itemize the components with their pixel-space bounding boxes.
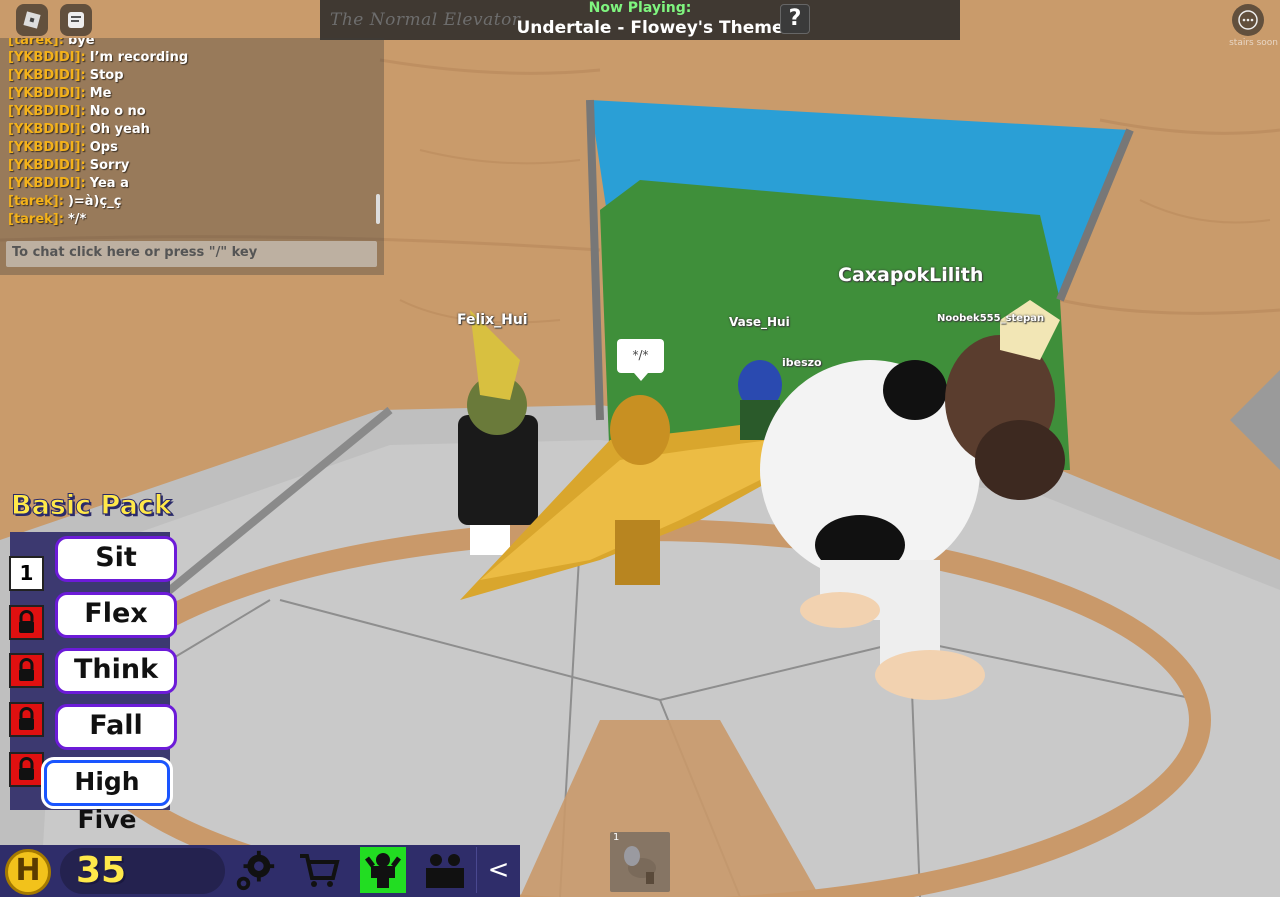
now-playing-label: Now Playing:: [588, 0, 692, 16]
chat-message: [YKBDIDI]: Sorry: [8, 158, 129, 173]
chat-text: bye: [67, 38, 95, 48]
elevator-logo: The Normal Elevator: [330, 10, 521, 30]
coin-count: 35: [76, 850, 127, 891]
chat-message: [tarek]:)=à)ç_ç: [8, 194, 121, 209]
chat-text: Oh yeah: [89, 122, 150, 137]
speech-bubble: */*: [617, 339, 664, 381]
chat-text: Ops: [89, 140, 118, 155]
stairs-hint: stairs soon: [1229, 38, 1278, 48]
cart-icon: [300, 854, 340, 887]
chat-message: [YKBDIDI]: Stop: [8, 68, 124, 83]
chat-username[interactable]: [YKBDIDI]:: [8, 158, 86, 173]
chat-text: I’m recording: [89, 50, 189, 65]
chat-window: [tarek]: bye [YKBDIDI]: I’m recording [YKB…: [0, 38, 384, 275]
player-nametag-caxapok: CaxapokLilith: [838, 264, 984, 286]
chat-message: [YKBDIDI]: Oh yeah: [8, 122, 150, 137]
emote-slot-locked: [9, 605, 44, 640]
more-options-button[interactable]: [1232, 4, 1264, 36]
hotbar-slot[interactable]: 1: [610, 832, 670, 892]
player-nametag-vase: Vase_Hui: [729, 315, 790, 329]
now-playing-track: Undertale - Flowey's Theme: [516, 18, 784, 38]
emote-button-think[interactable]: Think: [55, 648, 177, 694]
chat-text: Yea a: [89, 176, 129, 191]
chat-message: [YKBDIDI]: No o no: [8, 104, 146, 119]
chat-message: [YKBDIDI]: Ops: [8, 140, 118, 155]
emote-button-flex[interactable]: Flex: [55, 592, 177, 638]
chat-username[interactable]: [YKBDIDI]:: [8, 86, 86, 101]
hotbar-slot-number: 1: [613, 832, 620, 843]
chat-icon: [68, 12, 84, 28]
players-button[interactable]: [422, 847, 468, 893]
chat-message: [YKBDIDI]: Me: [8, 86, 112, 101]
emote-pack-panel: 1 Sit Flex Think Fall High Five: [9, 532, 177, 834]
chat-log[interactable]: [tarek]: bye [YKBDIDI]: I’m recording [YKB…: [0, 38, 380, 230]
chat-username[interactable]: [YKBDIDI]:: [8, 176, 86, 191]
lock-icon: [19, 658, 34, 681]
chat-text: Stop: [89, 68, 124, 83]
coin-icon: H: [5, 849, 51, 895]
chat-username[interactable]: [tarek]:: [8, 212, 64, 227]
chat-input[interactable]: To chat click here or press "/" key: [6, 241, 377, 267]
player-nametag-noobek: Noobek555_stepan: [937, 313, 1045, 324]
chat-text: No o no: [89, 104, 146, 119]
emote-button-fall[interactable]: Fall: [55, 704, 177, 750]
chat-username[interactable]: [YKBDIDI]:: [8, 140, 86, 155]
lock-icon: [19, 610, 34, 633]
settings-button[interactable]: [232, 847, 278, 893]
chat-text: Me: [89, 86, 112, 101]
help-button[interactable]: ?: [780, 4, 810, 34]
chat-scrollbar[interactable]: [376, 194, 380, 224]
chat-username[interactable]: [YKBDIDI]:: [8, 104, 86, 119]
chat-username[interactable]: [YKBDIDI]:: [8, 122, 86, 137]
lock-icon: [19, 707, 34, 730]
emote-slot-locked: [9, 702, 44, 737]
emote-button-high-five[interactable]: High Five: [41, 757, 173, 834]
emotes-button[interactable]: [360, 847, 406, 893]
emote-pack-title: Basic Pack: [11, 490, 173, 522]
player-nametag-ibeszo: ibeszo: [782, 356, 822, 369]
emote-button-sit[interactable]: Sit: [55, 536, 177, 582]
collapse-toolbar-button[interactable]: <: [476, 847, 520, 893]
people-icon: [426, 854, 464, 888]
player-nametag-felix: Felix_Hui: [457, 312, 528, 328]
chat-username[interactable]: [YKBDIDI]:: [8, 50, 86, 65]
bottom-toolbar: H 35 <: [0, 845, 520, 897]
now-playing-bar: The Normal Elevator Now Playing: Underta…: [320, 0, 960, 40]
emote-slot-locked: [9, 752, 44, 787]
chat-username[interactable]: [tarek]:: [8, 194, 64, 209]
more-dots-icon: [1238, 10, 1258, 30]
chat-text: )=à)ç_ç: [67, 194, 122, 209]
roblox-menu-button[interactable]: [16, 4, 48, 36]
chat-message: [YKBDIDI]: I’m recording: [8, 50, 188, 65]
gears-icon: [236, 850, 275, 891]
shop-button[interactable]: [296, 847, 342, 893]
roblox-logo-icon: [23, 11, 41, 29]
chat-message: [tarek]: */*: [8, 212, 86, 227]
emote-slot-number: 1: [9, 556, 44, 591]
chat-message: [YKBDIDI]: Yea a: [8, 176, 129, 191]
chat-text: */*: [67, 212, 87, 227]
emote-slot-locked: [9, 653, 44, 688]
chat-text: Sorry: [89, 158, 130, 173]
chat-message: [tarek]: bye: [8, 38, 95, 48]
lock-icon: [19, 757, 34, 780]
flex-pose-icon: [365, 853, 401, 888]
chat-username[interactable]: [tarek]:: [8, 38, 64, 48]
chat-username[interactable]: [YKBDIDI]:: [8, 68, 86, 83]
chat-toggle-button[interactable]: [60, 4, 92, 36]
